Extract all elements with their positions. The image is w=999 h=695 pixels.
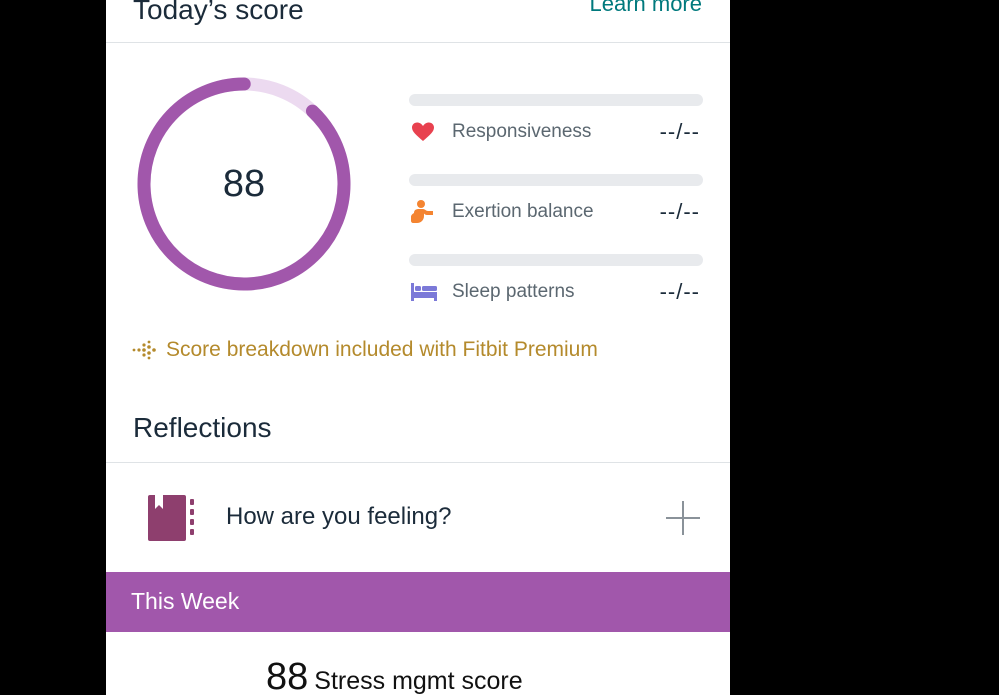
stress-score-panel: Today’s score Learn more 88 Responsivene… [106,0,730,695]
learn-more-link[interactable]: Learn more [589,0,702,17]
journal-icon [148,495,194,541]
page-title: Today’s score [133,0,304,25]
exertion-balance-bar [409,174,703,186]
score-value: 88 [222,163,266,205]
reflections-title: Reflections [133,412,272,443]
premium-dots-icon [132,340,156,360]
weekly-score-label: Stress mgmt score [314,667,523,695]
exertion-balance-label: Exertion balance [452,201,594,222]
how-are-you-feeling-label: How are you feeling? [226,503,452,530]
premium-note[interactable]: Score breakdown included with Fitbit Pre… [132,336,598,364]
header-divider [106,42,730,43]
sleep-patterns-label: Sleep patterns [452,281,575,302]
bed-icon [411,283,437,307]
sleep-patterns-bar [409,254,703,266]
sleep-patterns-value: --/-- [659,279,700,304]
responsiveness-bar [409,94,703,106]
heart-icon [411,120,435,144]
this-week-header: This Week [106,572,730,632]
person-exercising-icon [411,199,435,223]
plus-icon[interactable] [666,501,700,535]
responsiveness-label: Responsiveness [452,121,592,142]
how-are-you-feeling-row[interactable]: How are you feeling? [106,463,730,571]
score-ring: 88 [134,74,354,294]
premium-note-text: Score breakdown included with Fitbit Pre… [166,338,598,361]
exertion-balance-value: --/-- [659,199,700,224]
this-week-title: This Week [131,588,240,614]
weekly-stress-score: 88 Stress mgmt score [266,656,523,695]
responsiveness-value: --/-- [659,119,700,144]
weekly-score-value: 88 [266,656,309,695]
